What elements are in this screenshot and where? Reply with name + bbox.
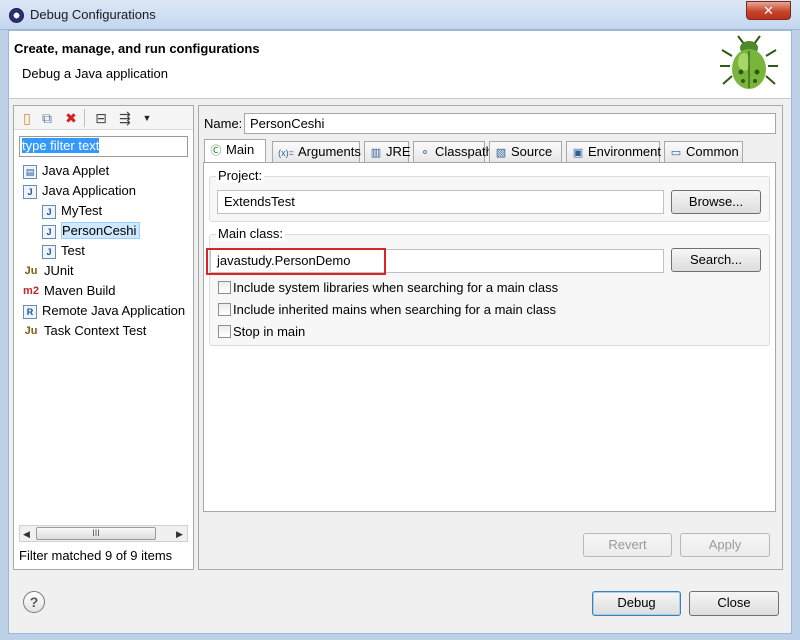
main-tab-icon: Ⓒ — [210, 145, 222, 157]
java-launch-icon: J — [42, 244, 56, 259]
name-label: Name: — [204, 116, 243, 131]
tab-main[interactable]: Ⓒ Main — [204, 139, 266, 163]
debug-bug-icon — [720, 35, 778, 89]
filter-input-text: type filter text — [22, 138, 100, 153]
tree-item-label: JUnit — [44, 263, 74, 278]
include-inherited-mains-checkbox[interactable]: Include inherited mains when searching f… — [218, 302, 556, 320]
project-label: Project: — [216, 168, 265, 183]
java-app-icon: J — [23, 184, 37, 199]
configuration-name-input[interactable]: PersonCeshi — [244, 113, 776, 134]
junit-icon: Ju — [24, 264, 38, 277]
classpath-icon: ⚬ — [420, 147, 430, 159]
tree-toolbar: ▯ ⧉ ✖ ⊟ ⇶ ▼ — [14, 106, 193, 130]
tree-item-personceshi[interactable]: J PersonCeshi — [42, 221, 141, 241]
tree-item-java-application[interactable]: J Java Application — [23, 181, 136, 201]
scroll-left-arrow-icon[interactable]: ◀ — [23, 529, 30, 540]
tab-label: JRE — [386, 144, 411, 159]
apply-button[interactable]: Apply — [680, 533, 770, 557]
remote-java-icon: R — [23, 304, 37, 319]
tree-item-remote-java-application[interactable]: R Remote Java Application — [23, 301, 185, 321]
checkbox-box[interactable] — [218, 325, 231, 339]
checkbox-box[interactable] — [218, 281, 231, 295]
filter-status-text: Filter matched 9 of 9 items — [19, 548, 173, 563]
java-launch-icon: J — [42, 204, 56, 219]
tree-item-maven-build[interactable]: m2 Maven Build — [23, 281, 116, 301]
tab-label: Main — [226, 142, 255, 157]
delete-icon[interactable]: ✖ — [62, 109, 80, 127]
eclipse-icon — [9, 8, 24, 23]
toolbar-separator — [84, 109, 85, 127]
checkbox-label: Include inherited mains when searching f… — [233, 302, 557, 317]
tab-environment[interactable]: ▣ Environment — [566, 141, 661, 162]
filter-icon[interactable]: ⇶ — [116, 109, 134, 127]
tab-arguments[interactable]: (x)= Arguments — [272, 141, 361, 162]
banner-title: Create, manage, and run configurations — [14, 41, 260, 56]
debug-button[interactable]: Debug — [592, 591, 681, 616]
browse-button[interactable]: Browse... — [671, 190, 761, 214]
tree-item-label: Java Application — [42, 183, 136, 198]
tree-item-label: Test — [61, 243, 85, 258]
tab-common[interactable]: ▭ Common — [664, 141, 743, 162]
java-launch-icon: J — [42, 224, 56, 239]
tab-label: Arguments — [298, 144, 361, 159]
applet-icon: ▤ — [23, 164, 37, 179]
revert-button[interactable]: Revert — [583, 533, 672, 557]
tab-label: Classpath — [435, 144, 493, 159]
window-title: Debug Configurations — [30, 7, 156, 22]
tree-item-label: Remote Java Application — [42, 303, 186, 318]
tree-item-test[interactable]: J Test — [42, 241, 85, 261]
tab-label: Environment — [588, 144, 661, 159]
banner-subtitle: Debug a Java application — [22, 66, 168, 81]
task-context-icon: Ju — [24, 324, 38, 337]
main-class-highlight-box — [206, 248, 386, 275]
tree-item-java-applet[interactable]: ▤ Java Applet — [23, 161, 109, 181]
scrollbar-thumb[interactable]: III — [36, 527, 156, 540]
tree-item-junit[interactable]: Ju JUnit — [23, 261, 74, 281]
close-button[interactable]: Close — [689, 591, 779, 616]
checkbox-box[interactable] — [218, 303, 231, 317]
help-icon[interactable]: ? — [23, 591, 45, 613]
jre-icon: ▥ — [370, 147, 382, 159]
stop-in-main-checkbox[interactable]: Stop in main — [218, 324, 305, 342]
tab-source[interactable]: ▧ Source — [489, 141, 562, 162]
tab-label: Source — [511, 144, 553, 159]
filter-input[interactable]: type filter text — [19, 136, 188, 157]
tree-item-task-context-test[interactable]: Ju Task Context Test — [23, 321, 147, 341]
tree-item-label: MyTest — [61, 203, 103, 218]
checkbox-label: Include system libraries when searching … — [233, 280, 559, 295]
tree-item-label: Maven Build — [44, 283, 116, 298]
tab-classpath[interactable]: ⚬ Classpath — [413, 141, 493, 162]
tab-label: Common — [686, 144, 739, 159]
scroll-right-arrow-icon[interactable]: ▶ — [176, 529, 183, 540]
duplicate-icon[interactable]: ⧉ — [38, 109, 56, 127]
common-icon: ▭ — [670, 147, 682, 159]
project-input[interactable]: ExtendsTest — [217, 190, 664, 214]
main-class-label: Main class: — [216, 226, 286, 241]
new-configuration-icon[interactable]: ▯ — [18, 109, 36, 127]
environment-icon: ▣ — [572, 147, 584, 159]
tree-item-mytest[interactable]: J MyTest — [42, 201, 102, 221]
tab-jre[interactable]: ▥ JRE — [364, 141, 411, 162]
arguments-icon: (x)= — [278, 148, 294, 158]
maven-icon: m2 — [23, 284, 39, 297]
include-system-libraries-checkbox[interactable]: Include system libraries when searching … — [218, 280, 558, 298]
view-menu-chevron-down-icon[interactable]: ▼ — [138, 109, 156, 127]
search-button[interactable]: Search... — [671, 248, 761, 272]
checkbox-label: Stop in main — [233, 324, 306, 339]
source-icon: ▧ — [495, 147, 507, 159]
window-close-button[interactable]: ✕ — [746, 1, 791, 20]
tree-item-label: Task Context Test — [44, 323, 147, 338]
tree-item-label: PersonCeshi — [61, 222, 141, 239]
tree-item-label: Java Applet — [42, 163, 110, 178]
collapse-all-icon[interactable]: ⊟ — [92, 109, 110, 127]
